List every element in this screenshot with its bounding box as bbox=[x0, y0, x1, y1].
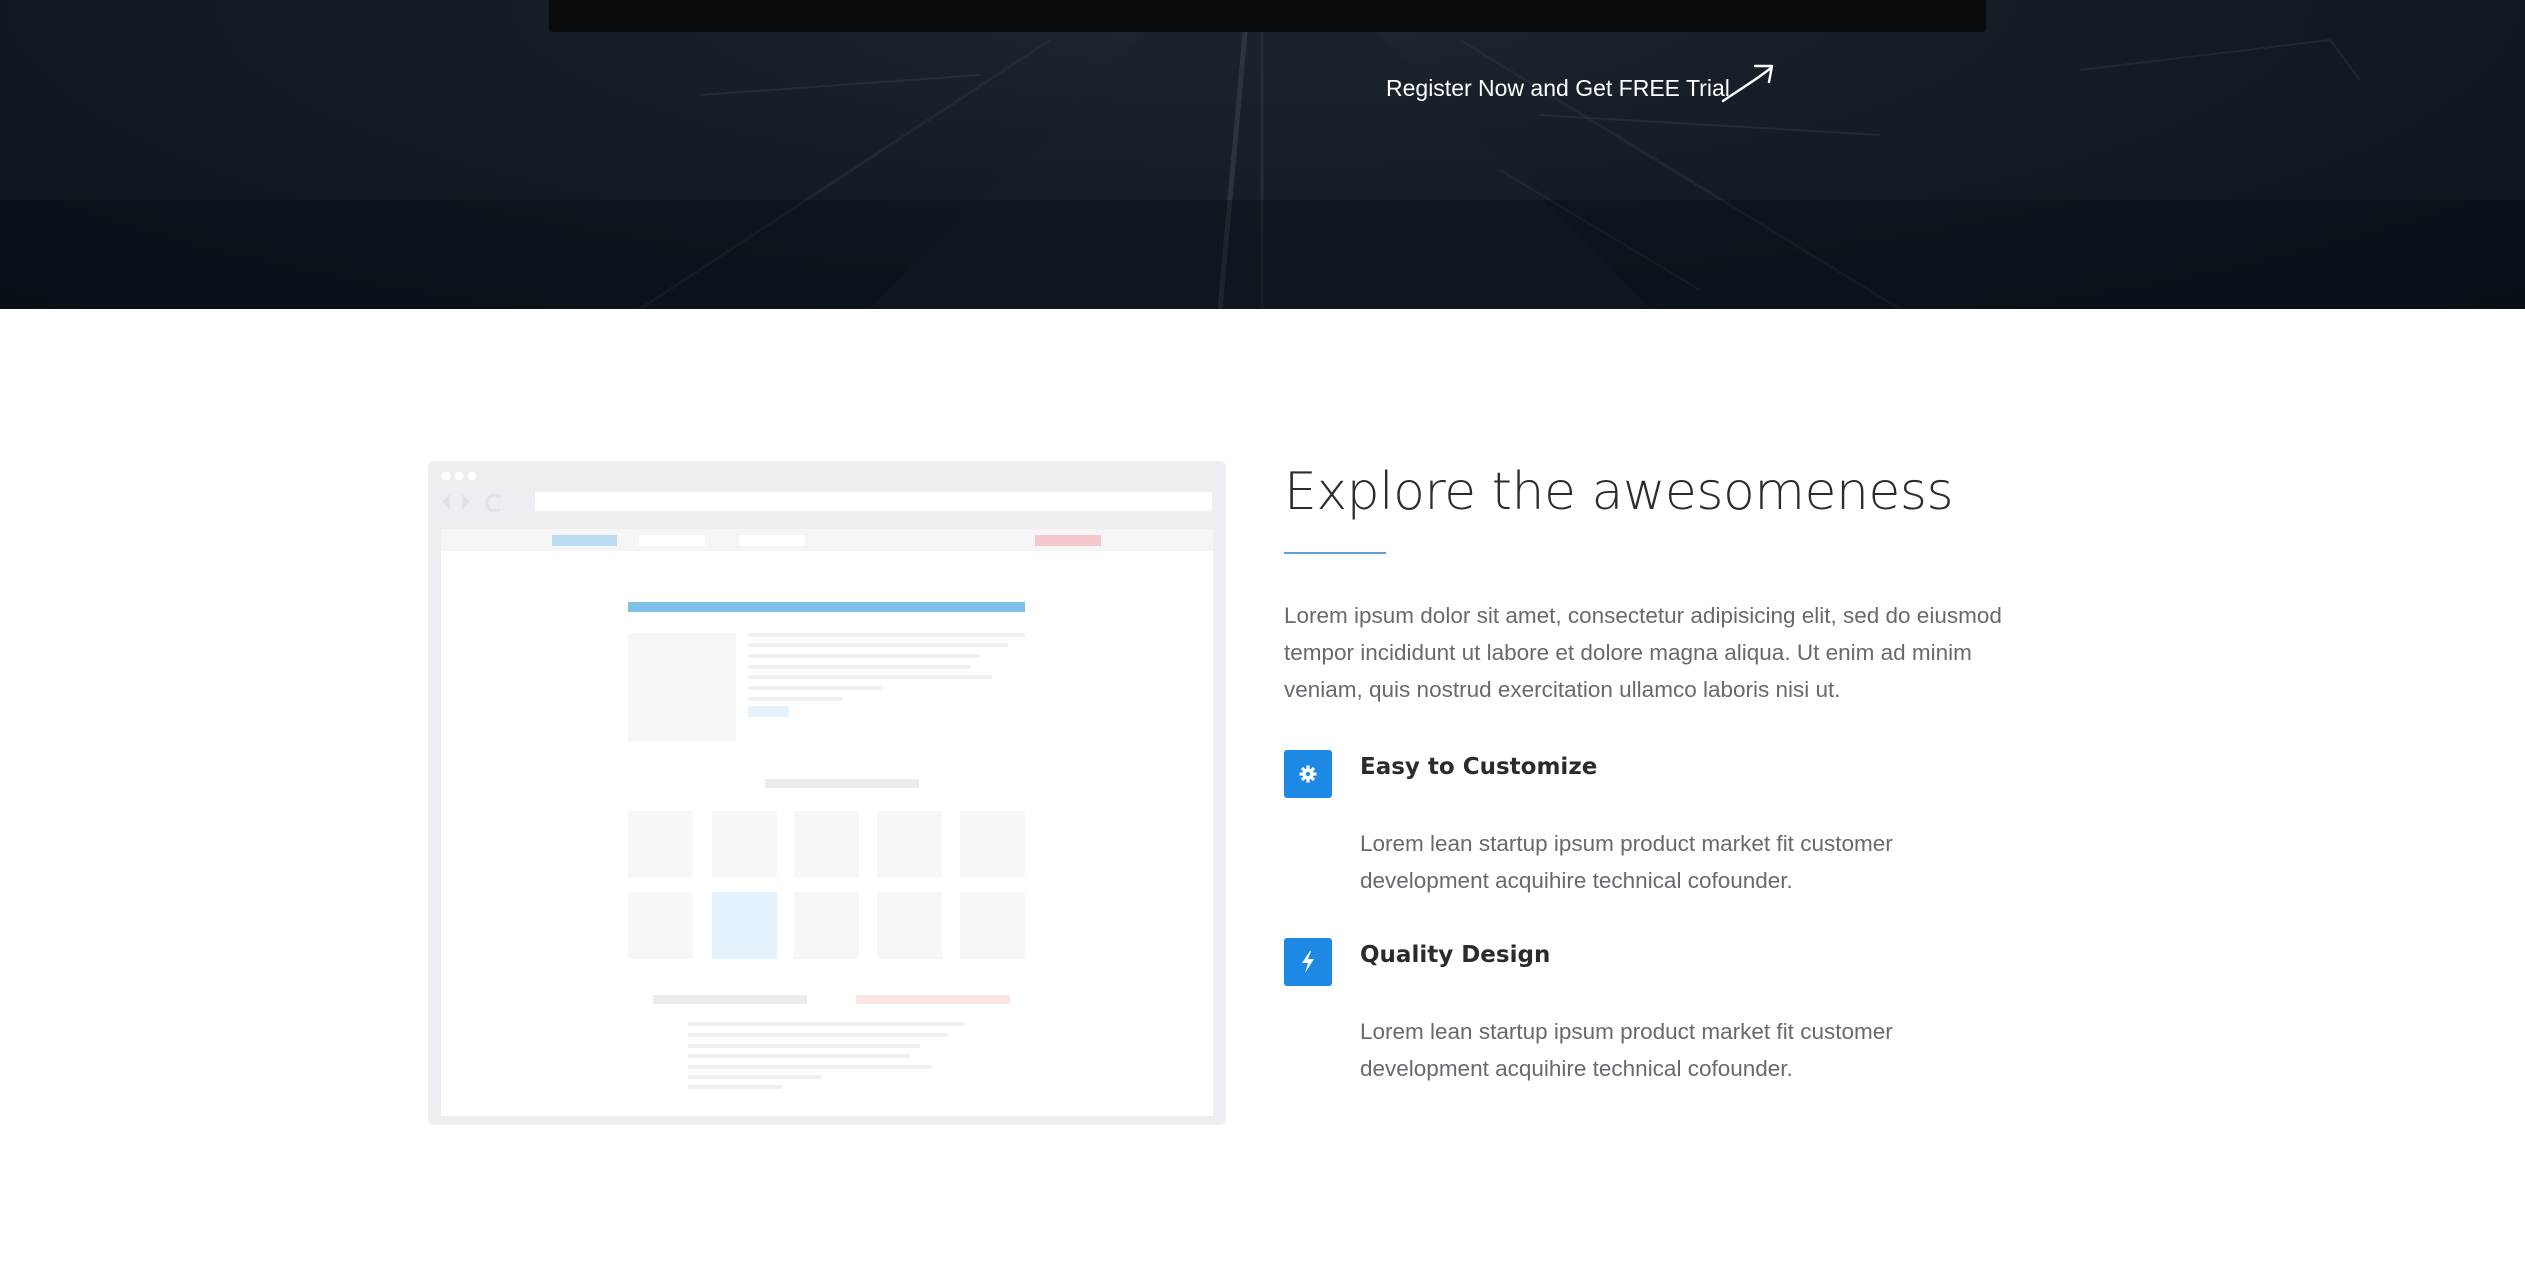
section-heading: Explore the awesomeness bbox=[1284, 462, 1954, 522]
heading-underline bbox=[1284, 552, 1386, 554]
browser-wireframe-illustration bbox=[428, 461, 1226, 1125]
feature-description-quality: Lorem lean startup ipsum product market … bbox=[1360, 1019, 1893, 1081]
section-intro-text: Lorem ipsum dolor sit amet, consectetur … bbox=[1284, 603, 2002, 702]
gear-icon bbox=[1284, 750, 1332, 798]
hand-drawn-arrow-icon bbox=[1721, 64, 1774, 103]
hero-background-image bbox=[0, 0, 2525, 309]
feature-description-customize: Lorem lean startup ipsum product market … bbox=[1360, 831, 1893, 893]
lightning-bolt-icon bbox=[1284, 938, 1332, 986]
feature-title-quality: Quality Design bbox=[1360, 942, 1551, 968]
feature-title-customize: Easy to Customize bbox=[1360, 754, 1598, 780]
register-trial-link[interactable]: Register Now and Get FREE Trial bbox=[1386, 75, 1730, 102]
hero-video-bar bbox=[549, 0, 1986, 32]
hero-banner: Register Now and Get FREE Trial bbox=[0, 0, 2525, 309]
